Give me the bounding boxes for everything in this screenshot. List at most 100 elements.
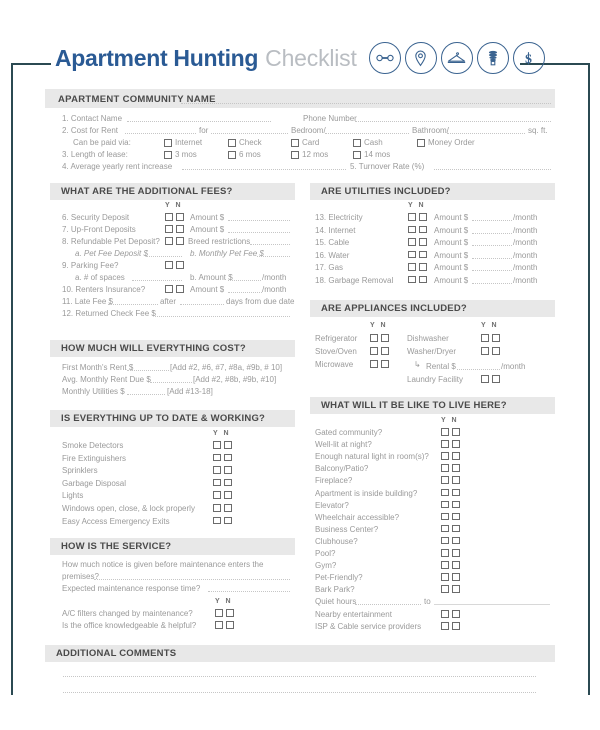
payment-checkbox-check[interactable] bbox=[228, 139, 236, 147]
live-here-checkbox-gym-n[interactable] bbox=[452, 561, 460, 569]
utilities-input-13-electricity[interactable] bbox=[472, 220, 512, 221]
fees-input-pet-fee-deposit[interactable] bbox=[146, 256, 182, 257]
fees-input-upfront[interactable] bbox=[228, 232, 290, 233]
live-here-checkbox-apartment-is-inside-building-y[interactable] bbox=[441, 488, 449, 496]
utilities-checkbox-17-gas-n[interactable] bbox=[419, 263, 427, 271]
bathroom-input[interactable] bbox=[447, 133, 525, 134]
live-here-checkbox-well-lit-at-night-y[interactable] bbox=[441, 440, 449, 448]
live-here-checkbox-wheelchair-accessible-y[interactable] bbox=[441, 512, 449, 521]
live-here-quiet-hours-from-input[interactable] bbox=[355, 604, 421, 605]
comments-line-2[interactable] bbox=[63, 692, 536, 693]
live-here-checkbox-bark-park-y[interactable] bbox=[441, 585, 449, 593]
live-here-checkbox-business-center-y[interactable] bbox=[441, 524, 449, 533]
phone-number-input[interactable] bbox=[355, 121, 551, 122]
working-checkbox-smoke-detectors-y[interactable] bbox=[213, 441, 221, 449]
lease-checkbox-6mos[interactable] bbox=[228, 151, 236, 159]
utilities-input-18-garbage-removal[interactable] bbox=[472, 282, 512, 284]
utilities-checkbox-14-internet-y[interactable] bbox=[408, 225, 416, 233]
community-name-input[interactable] bbox=[181, 103, 551, 104]
live-here-checkbox-fireplace-y[interactable] bbox=[441, 476, 449, 484]
for-input[interactable] bbox=[211, 133, 288, 134]
appliances-checkbox-stove-oven-n[interactable] bbox=[381, 347, 389, 355]
live-here-checkbox-nearby-entertainment-y[interactable] bbox=[441, 610, 449, 618]
utilities-input-14-internet[interactable] bbox=[472, 232, 512, 234]
payment-checkbox-money-order[interactable] bbox=[417, 139, 425, 147]
live-here-checkbox-balcony-patio-n[interactable] bbox=[452, 464, 460, 472]
utilities-input-17-gas[interactable] bbox=[472, 270, 512, 271]
live-here-checkbox-isp-cable-n[interactable] bbox=[452, 622, 460, 630]
fees-checkbox-pet-deposit-y[interactable] bbox=[165, 237, 173, 245]
working-checkbox-windows-open-close-lock-properly-n[interactable] bbox=[224, 504, 232, 512]
live-here-checkbox-gym-y[interactable] bbox=[441, 561, 449, 569]
working-checkbox-lights-n[interactable] bbox=[224, 491, 232, 499]
payment-checkbox-cash[interactable] bbox=[353, 139, 361, 147]
payment-checkbox-card[interactable] bbox=[291, 139, 299, 147]
fees-checkbox-upfront-n[interactable] bbox=[176, 225, 184, 233]
service-input-notice[interactable] bbox=[94, 579, 290, 580]
fees-input-security-deposit[interactable] bbox=[228, 220, 290, 221]
contact-name-input[interactable] bbox=[127, 121, 271, 122]
utilities-checkbox-18-garbage-removal-n[interactable] bbox=[419, 275, 427, 283]
live-here-checkbox-elevator-n[interactable] bbox=[452, 500, 460, 509]
utilities-checkbox-15-cable-n[interactable] bbox=[419, 238, 427, 246]
utilities-checkbox-15-cable-y[interactable] bbox=[408, 238, 416, 246]
fees-checkbox-upfront-y[interactable] bbox=[165, 225, 173, 233]
fees-checkbox-parking-y[interactable] bbox=[165, 261, 173, 269]
live-here-checkbox-apartment-is-inside-building-n[interactable] bbox=[452, 488, 460, 496]
service-checkbox-ac-filters-n[interactable] bbox=[226, 609, 234, 617]
cost-input-first-month[interactable] bbox=[127, 370, 169, 371]
cost-input-monthly-utilities[interactable] bbox=[127, 394, 165, 395]
live-here-checkbox-bark-park-n[interactable] bbox=[452, 585, 460, 593]
live-here-quiet-hours-to-input[interactable] bbox=[434, 604, 550, 605]
live-here-checkbox-nearby-entertainment-n[interactable] bbox=[452, 610, 460, 618]
live-here-checkbox-clubhouse-n[interactable] bbox=[452, 536, 460, 545]
fees-input-renters[interactable] bbox=[228, 292, 262, 293]
appliances-checkbox-washer-dryer-y[interactable] bbox=[481, 347, 489, 355]
live-here-checkbox-enough-natural-light-in-room-s-n[interactable] bbox=[452, 452, 460, 460]
working-checkbox-smoke-detectors-n[interactable] bbox=[224, 441, 232, 449]
fees-checkbox-security-deposit-y[interactable] bbox=[165, 213, 173, 221]
live-here-checkbox-clubhouse-y[interactable] bbox=[441, 536, 449, 545]
rent-increase-input[interactable] bbox=[182, 169, 346, 170]
working-checkbox-easy-access-emergency-exits-n[interactable] bbox=[224, 516, 232, 525]
appliances-checkbox-dishwasher-y[interactable] bbox=[481, 334, 489, 342]
fees-input-monthly-pet-fee[interactable] bbox=[257, 256, 290, 257]
live-here-checkbox-pet-friendly-n[interactable] bbox=[452, 573, 460, 581]
appliances-checkbox-refrigerator-n[interactable] bbox=[381, 334, 389, 342]
utilities-checkbox-14-internet-n[interactable] bbox=[419, 225, 427, 233]
live-here-checkbox-fireplace-n[interactable] bbox=[452, 476, 460, 484]
service-checkbox-office-helpful-y[interactable] bbox=[215, 621, 223, 629]
live-here-checkbox-pet-friendly-y[interactable] bbox=[441, 573, 449, 581]
utilities-checkbox-17-gas-y[interactable] bbox=[408, 263, 416, 271]
live-here-checkbox-balcony-patio-y[interactable] bbox=[441, 464, 449, 472]
fees-input-breed-restrictions[interactable] bbox=[250, 244, 290, 245]
service-checkbox-ac-filters-y[interactable] bbox=[215, 609, 223, 617]
live-here-checkbox-well-lit-at-night-n[interactable] bbox=[452, 440, 460, 448]
fees-input-parking-amount[interactable] bbox=[228, 280, 261, 281]
fees-checkbox-parking-n[interactable] bbox=[176, 261, 184, 269]
utilities-checkbox-18-garbage-removal-y[interactable] bbox=[408, 275, 416, 283]
bedroom-input[interactable] bbox=[325, 133, 409, 134]
cost-for-rent-input[interactable] bbox=[125, 133, 196, 134]
fees-input-late-fee[interactable] bbox=[108, 304, 158, 305]
service-input-response-time[interactable] bbox=[208, 591, 290, 592]
lease-checkbox-3mos[interactable] bbox=[164, 151, 172, 159]
appliances-checkbox-refrigerator-y[interactable] bbox=[370, 334, 378, 342]
payment-checkbox-internet[interactable] bbox=[164, 139, 172, 147]
fees-checkbox-renters-y[interactable] bbox=[165, 285, 173, 293]
appliances-checkbox-washer-dryer-n[interactable] bbox=[492, 347, 500, 355]
utilities-checkbox-16-water-y[interactable] bbox=[408, 250, 416, 258]
working-checkbox-garbage-disposal-n[interactable] bbox=[224, 478, 232, 487]
utilities-checkbox-16-water-n[interactable] bbox=[419, 250, 427, 258]
appliances-checkbox-microwave-y[interactable] bbox=[370, 360, 378, 368]
utilities-checkbox-13-electricity-n[interactable] bbox=[419, 213, 427, 221]
appliances-checkbox-microwave-n[interactable] bbox=[381, 360, 389, 368]
comments-line-1[interactable] bbox=[63, 676, 536, 677]
fees-checkbox-security-deposit-n[interactable] bbox=[176, 213, 184, 221]
working-checkbox-windows-open-close-lock-properly-y[interactable] bbox=[213, 504, 221, 512]
working-checkbox-lights-y[interactable] bbox=[213, 491, 221, 499]
fees-input-returned-check[interactable] bbox=[155, 316, 290, 317]
live-here-checkbox-pool-y[interactable] bbox=[441, 549, 449, 557]
utilities-input-16-water[interactable] bbox=[472, 257, 512, 259]
live-here-checkbox-gated-community-n[interactable] bbox=[452, 428, 460, 436]
